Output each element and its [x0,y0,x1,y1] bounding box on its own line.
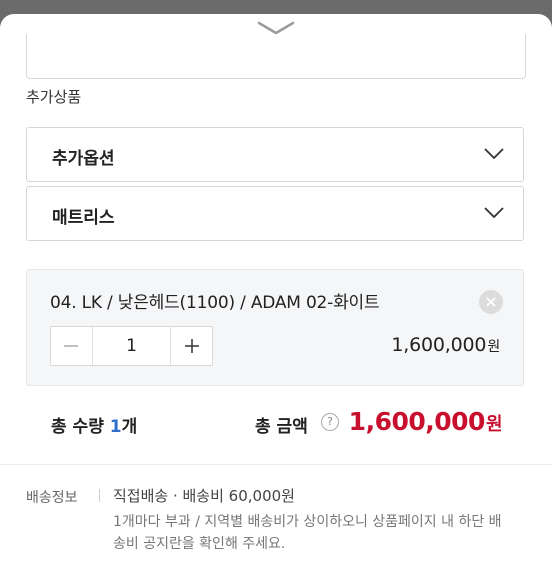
shipping-note: 1개마다 부과 / 지역별 배송비가 상이하오니 상품페이지 내 하단 배송비 … [113,514,502,552]
mattress-select[interactable]: 매트리스 [26,186,524,241]
divider [0,464,552,465]
select-label: 추가옵션 [52,149,115,169]
close-icon [486,297,496,307]
item-price: 1,600,000원 [391,334,500,356]
total-amount-value: 1,600,000 [348,407,486,436]
quantity-stepper: 1 [50,326,213,366]
total-summary: 총 수량 1개 총 금액 ? 1,600,000원 [26,396,524,456]
remove-item-button[interactable] [479,290,503,314]
total-quantity: 총 수량 1개 [51,412,137,437]
total-quantity-unit: 개 [121,417,138,437]
minus-icon [64,345,78,347]
quantity-input[interactable]: 1 [92,327,171,365]
item-title: 04. LK / 낮은헤드(1100) / ADAM 02-화이트 [50,293,380,313]
selected-item-card: 04. LK / 낮은헤드(1100) / ADAM 02-화이트 1 1,60… [26,269,524,386]
item-price-value: 1,600,000 [391,334,487,356]
separator [99,489,100,502]
shipping-label: 배송정보 [26,490,78,506]
total-amount: 1,600,000원 [348,407,503,436]
increase-quantity-button[interactable] [172,327,212,365]
chevron-down-icon [484,148,504,159]
select-label: 매트리스 [52,208,115,228]
total-amount-unit: 원 [485,414,503,435]
total-quantity-value: 1 [109,417,122,437]
shipping-method: 직접배송 · 배송비 60,000원 [113,487,295,505]
plus-icon [185,339,199,353]
section-label: 추가상품 [26,88,82,106]
total-amount-label: 총 금액 [255,417,308,437]
previous-option-select[interactable] [26,34,526,79]
item-price-unit: 원 [487,339,500,355]
chevron-down-icon [484,207,504,218]
total-quantity-label: 총 수량 [51,417,104,437]
help-icon[interactable]: ? [321,413,339,431]
decrease-quantity-button[interactable] [51,327,91,365]
additional-option-select[interactable]: 추가옵션 [26,127,524,182]
